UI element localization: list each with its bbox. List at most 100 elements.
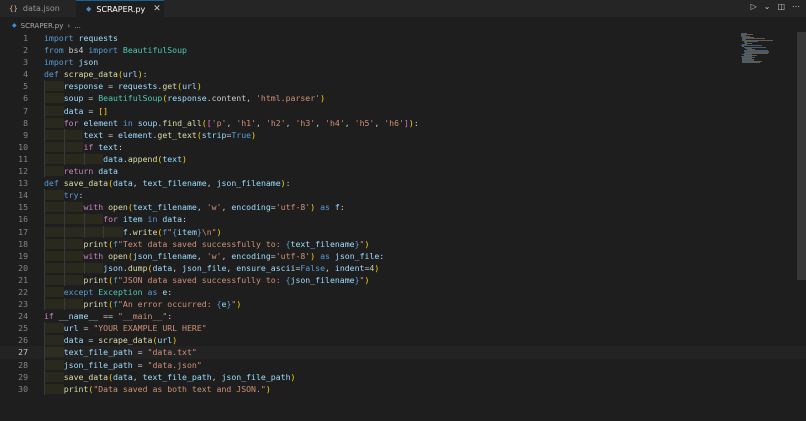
indent-guide bbox=[44, 152, 45, 166]
code-line[interactable]: 26 data = scrape_data(url) bbox=[0, 334, 806, 347]
code-line[interactable]: 30 print("Data saved as both text and JS… bbox=[0, 382, 806, 395]
code-line[interactable]: 19 with open(json_filename, 'w', encodin… bbox=[0, 249, 806, 262]
code-text: print(f"JSON data saved successfully to:… bbox=[44, 274, 369, 286]
indent-guide bbox=[44, 298, 45, 311]
indent-guide bbox=[63, 152, 65, 166]
indent-guide bbox=[44, 116, 45, 129]
line-number: 12 bbox=[18, 166, 28, 177]
line-number: 25 bbox=[18, 323, 28, 334]
code-text: from bs4 import BeautifulSoup bbox=[44, 45, 187, 56]
line-number: 21 bbox=[18, 274, 28, 285]
close-icon[interactable]: ✕ bbox=[153, 4, 161, 14]
code-line[interactable]: 13 def save_data(data, text_filename, jso… bbox=[0, 177, 806, 189]
indent-guide bbox=[63, 249, 65, 262]
breadcrumb: ◆ SCRAPER.py › ... bbox=[12, 20, 81, 31]
code-text: with open(json_filename, 'w', encoding='… bbox=[44, 250, 384, 262]
line-number: 20 bbox=[18, 262, 28, 273]
code-line[interactable]: 25 url = "YOUR EXAMPLE URL HERE" bbox=[0, 322, 806, 335]
line-number: 7 bbox=[23, 105, 28, 116]
code-line[interactable]: 1 import requests bbox=[0, 32, 806, 44]
line-number: 29 bbox=[18, 371, 28, 382]
code-line[interactable]: 16 for item in data: bbox=[0, 213, 806, 226]
python-file-icon: ◆ bbox=[12, 22, 17, 29]
code-line[interactable]: 24 if __name__ == "__main__": bbox=[0, 310, 806, 322]
code-line[interactable]: 17 f.write(f"{item}\n") bbox=[0, 225, 806, 238]
indent-guide bbox=[63, 201, 65, 214]
indent-guide bbox=[44, 273, 45, 286]
code-line[interactable]: 6 soup = BeautifulSoup(response.content,… bbox=[0, 92, 806, 105]
code-text: def scrape_data(url): bbox=[44, 69, 148, 80]
code-line[interactable]: 8 for element in soup.find_all(['p', 'h1… bbox=[0, 116, 806, 129]
indent-guide bbox=[63, 273, 65, 286]
breadcrumb-symbol[interactable]: ... bbox=[74, 22, 81, 30]
breadcrumb-file[interactable]: SCRAPER.py bbox=[21, 22, 64, 30]
vertical-scrollbar[interactable] bbox=[797, 32, 806, 280]
split-editor-icon[interactable]: ◫ bbox=[777, 2, 785, 11]
indent-guide bbox=[63, 225, 65, 238]
minimap-line bbox=[742, 62, 761, 64]
chevron-down-icon[interactable]: ⌄ bbox=[764, 2, 771, 11]
code-line[interactable]: 3 import json bbox=[0, 56, 806, 68]
code-line[interactable]: 22 except Exception as e: bbox=[0, 285, 806, 299]
code-text: data = scrape_data(url) bbox=[44, 334, 177, 346]
tab-data-json[interactable]: {} data.json bbox=[0, 0, 76, 17]
line-number: 17 bbox=[18, 226, 28, 237]
code-line[interactable]: 9 text = element.get_text(strip=True) bbox=[0, 128, 806, 141]
code-line[interactable]: 7 data = [] bbox=[0, 104, 806, 117]
code-text: for item in data: bbox=[44, 213, 187, 225]
code-line[interactable]: 15 with open(text_filename, 'w', encodin… bbox=[0, 201, 806, 214]
code-text: f.write(f"{item}\n") bbox=[44, 226, 222, 238]
tab-bar: {} data.json ◆ SCRAPER.py ✕ ▷ ⌄ ◫ ⋯ bbox=[0, 0, 806, 17]
code-line[interactable]: 11 data.append(text) bbox=[0, 152, 806, 166]
line-number: 27 bbox=[18, 347, 28, 358]
tab-scraper-py[interactable]: ◆ SCRAPER.py ✕ bbox=[76, 0, 164, 17]
line-number: 13 bbox=[18, 178, 28, 189]
code-line[interactable]: 4 def scrape_data(url): bbox=[0, 68, 806, 80]
code-line[interactable]: 23 print(f"An error occurred: {e}") bbox=[0, 298, 806, 311]
more-actions-icon[interactable]: ⋯ bbox=[792, 2, 800, 11]
code-text: json_file_path = "data.json" bbox=[44, 359, 202, 371]
code-text: return data bbox=[44, 165, 118, 177]
indent-guide bbox=[44, 104, 45, 117]
code-text: try: bbox=[44, 189, 83, 201]
indent-guide bbox=[83, 261, 85, 274]
code-text: import requests bbox=[44, 33, 118, 43]
code-text: for element in soup.find_all(['p', 'h1',… bbox=[44, 117, 419, 129]
indent-guide bbox=[63, 140, 65, 153]
code-line[interactable]: 27 text_file_path = "data.txt" bbox=[0, 346, 806, 359]
code-editor[interactable]: 1 import requests 2 from bs4 import Beautif… bbox=[0, 32, 806, 395]
line-number: 11 bbox=[18, 153, 28, 164]
code-text: def save_data(data, text_filename, json_… bbox=[44, 178, 291, 189]
line-number: 3 bbox=[23, 57, 28, 68]
code-text: print(f"An error occurred: {e}") bbox=[44, 298, 241, 310]
code-text: response = requests.get(url) bbox=[44, 80, 202, 92]
code-line[interactable]: 2 from bs4 import BeautifulSoup bbox=[0, 44, 806, 56]
code-line[interactable]: 21 print(f"JSON data saved successfully … bbox=[0, 273, 806, 286]
code-line[interactable]: 18 print(f"Text data saved successfully … bbox=[0, 237, 806, 250]
code-text: soup = BeautifulSoup(response.content, '… bbox=[44, 92, 325, 104]
indent-guide bbox=[83, 213, 85, 226]
indent-guide bbox=[44, 92, 45, 105]
code-line[interactable]: 28 json_file_path = "data.json" bbox=[0, 358, 806, 371]
code-line[interactable]: 10 if text: bbox=[0, 140, 806, 153]
indent-guide bbox=[44, 358, 45, 371]
code-line[interactable]: 20 json.dump(data, json_file, ensure_asc… bbox=[0, 261, 806, 274]
code-line[interactable]: 14 try: bbox=[0, 189, 806, 202]
indent-guide bbox=[44, 165, 45, 178]
code-text: except Exception as e: bbox=[44, 286, 172, 298]
code-line[interactable]: 12 return data bbox=[0, 165, 806, 178]
chevron-right-icon: › bbox=[67, 21, 71, 30]
line-number: 14 bbox=[18, 190, 28, 201]
line-number: 8 bbox=[23, 117, 28, 128]
line-number: 16 bbox=[18, 214, 28, 225]
indent-guide bbox=[63, 128, 65, 141]
json-file-icon: {} bbox=[9, 4, 18, 13]
indent-guide bbox=[83, 225, 85, 238]
code-line[interactable]: 29 save_data(data, text_file_path, json_… bbox=[0, 370, 806, 383]
minimap[interactable] bbox=[741, 33, 781, 64]
line-number: 19 bbox=[18, 250, 28, 261]
code-line[interactable]: 5 response = requests.get(url) bbox=[0, 80, 806, 93]
code-text: if __name__ == "__main__": bbox=[44, 311, 173, 322]
indent-guide bbox=[103, 225, 105, 238]
run-icon[interactable]: ▷ bbox=[751, 2, 757, 11]
